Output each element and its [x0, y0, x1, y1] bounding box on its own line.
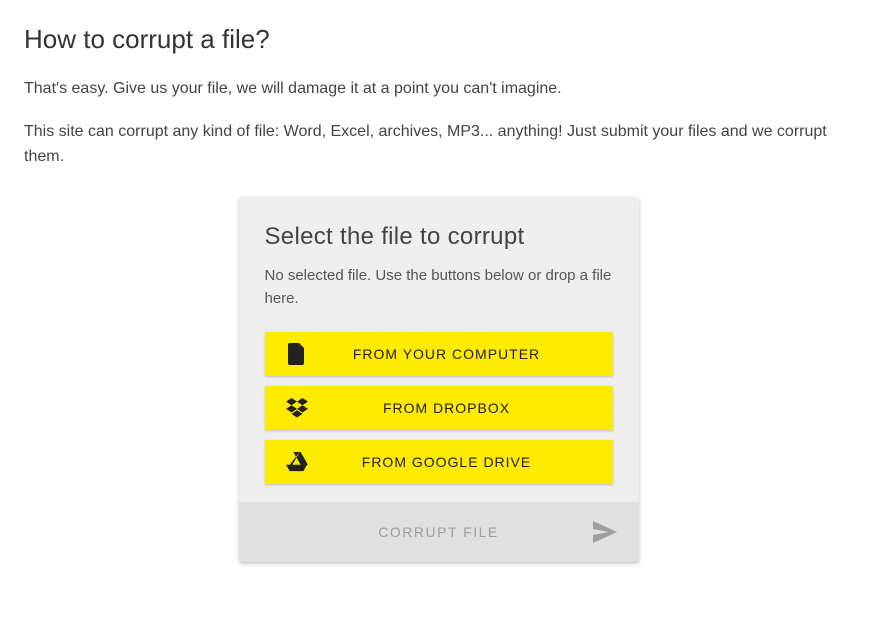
file-icon [265, 343, 329, 365]
google-drive-icon [265, 452, 329, 472]
dropbox-icon [265, 398, 329, 418]
card-title: Select the file to corrupt [265, 223, 613, 251]
selected-file-hint: No selected file. Use the buttons below … [265, 265, 613, 310]
from-dropbox-label: FROM DROPBOX [329, 400, 613, 416]
upload-card: Select the file to corrupt No selected f… [239, 197, 639, 562]
corrupt-file-button[interactable]: CORRUPT FILE [239, 502, 639, 562]
from-computer-button[interactable]: FROM YOUR COMPUTER [265, 332, 613, 376]
from-computer-label: FROM YOUR COMPUTER [329, 346, 613, 362]
page-heading: How to corrupt a file? [24, 24, 853, 55]
corrupt-file-label: CORRUPT FILE [378, 524, 498, 540]
intro-paragraph-1: That's easy. Give us your file, we will … [24, 77, 853, 102]
from-dropbox-button[interactable]: FROM DROPBOX [265, 386, 613, 430]
from-google-drive-label: FROM GOOGLE DRIVE [329, 454, 613, 470]
intro-paragraph-2: This site can corrupt any kind of file: … [24, 120, 853, 170]
send-icon [593, 521, 617, 543]
dropzone-area[interactable]: Select the file to corrupt No selected f… [239, 197, 639, 502]
from-google-drive-button[interactable]: FROM GOOGLE DRIVE [265, 440, 613, 484]
